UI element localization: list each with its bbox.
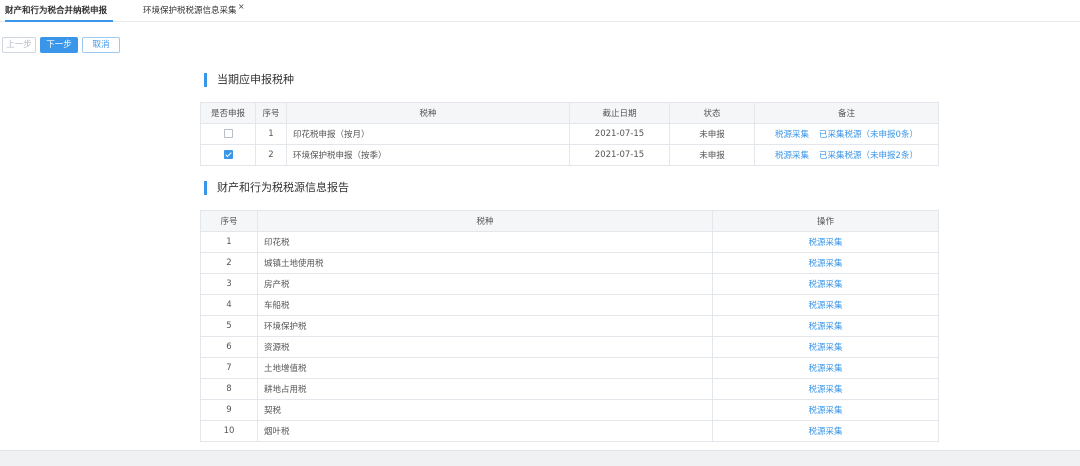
table-row: 6 资源税 税源采集 — [200, 336, 939, 358]
table-row: 10 烟叶税 税源采集 — [200, 420, 939, 442]
source-collect-link[interactable]: 税源采集 — [808, 406, 842, 416]
row-number: 1 — [255, 123, 287, 145]
table-row: 9 契税 税源采集 — [200, 399, 939, 421]
tax-type: 土地增值税 — [257, 357, 713, 379]
next-step-button[interactable]: 下一步 — [40, 37, 78, 53]
column-header: 税种 — [257, 210, 713, 232]
table-row: 1 印花税申报（按月） 2021-07-15 未申报 税源采集 已采集税源（未申报… — [200, 123, 939, 145]
source-collect-link[interactable]: 税源采集 — [775, 130, 809, 140]
column-header: 备注 — [754, 102, 939, 124]
remarks-cell: 税源采集 已采集税源（未申报0条） — [754, 123, 939, 145]
remarks-cell: 税源采集 已采集税源（未申报2条） — [754, 144, 939, 166]
table-row: 5 环境保护税 税源采集 — [200, 315, 939, 337]
deadline: 2021-07-15 — [569, 123, 670, 145]
declare-cell — [200, 144, 256, 166]
tax-type: 印花税 — [257, 231, 713, 253]
tab-property-behavior-tax[interactable]: 财产和行为税合并纳税申报 — [5, 4, 113, 22]
table-row: 2 环境保护税申报（按季） 2021-07-15 未申报 税源采集 已采集税源（未… — [200, 144, 939, 166]
column-header: 截止日期 — [569, 102, 670, 124]
source-collect-link[interactable]: 税源采集 — [808, 364, 842, 374]
tax-type: 城镇土地使用税 — [257, 252, 713, 274]
tab-label: 环境保护税税源信息采集 — [143, 6, 237, 16]
action-cell: 税源采集 — [712, 420, 939, 442]
source-collect-link[interactable]: 税源采集 — [775, 151, 809, 161]
action-cell: 税源采集 — [712, 294, 939, 316]
deadline: 2021-07-15 — [569, 144, 670, 166]
table-header-row: 是否申报 序号 税种 截止日期 状态 备注 — [200, 102, 939, 124]
action-cell: 税源采集 — [712, 357, 939, 379]
tax-type: 烟叶税 — [257, 420, 713, 442]
action-cell: 税源采集 — [712, 378, 939, 400]
row-number: 3 — [200, 273, 258, 295]
action-cell: 税源采集 — [712, 252, 939, 274]
row-number: 2 — [255, 144, 287, 166]
prev-step-button[interactable]: 上一步 — [2, 37, 36, 53]
source-collect-link[interactable]: 税源采集 — [808, 385, 842, 395]
column-header: 序号 — [200, 210, 258, 232]
row-number: 1 — [200, 231, 258, 253]
table-row: 8 耕地占用税 税源采集 — [200, 378, 939, 400]
tax-type: 车船税 — [257, 294, 713, 316]
row-number: 2 — [200, 252, 258, 274]
column-header: 序号 — [255, 102, 287, 124]
table-row: 2 城镇土地使用税 税源采集 — [200, 252, 939, 274]
current-declaration-table: 是否申报 序号 税种 截止日期 状态 备注 1 印花税申报（按月） 2021-0… — [200, 102, 939, 166]
table-row: 7 土地增值税 税源采集 — [200, 357, 939, 379]
source-report-table: 序号 税种 操作 1 印花税 税源采集 2 城镇土地使用税 税源采集 3 房产税 税源采集 … — [200, 210, 939, 442]
section-title-current-declaration: 当期应申报税种 — [204, 73, 294, 87]
section-title-source-report: 财产和行为税税源信息报告 — [204, 181, 349, 195]
cancel-button[interactable]: 取消 — [82, 37, 120, 53]
action-cell: 税源采集 — [712, 231, 939, 253]
column-header: 税种 — [286, 102, 570, 124]
table-row: 3 房产税 税源采集 — [200, 273, 939, 295]
declare-checkbox[interactable] — [223, 129, 233, 138]
tab-env-protection-tax-collection[interactable]: 环境保护税税源信息采集 × — [143, 2, 245, 22]
action-cell: 税源采集 — [712, 273, 939, 295]
source-collect-link[interactable]: 税源采集 — [808, 343, 842, 353]
row-number: 4 — [200, 294, 258, 316]
tax-type: 契税 — [257, 399, 713, 421]
declare-cell — [200, 123, 256, 145]
row-number: 5 — [200, 315, 258, 337]
source-collect-link[interactable]: 税源采集 — [808, 238, 842, 248]
table-row: 4 车船税 税源采集 — [200, 294, 939, 316]
action-cell: 税源采集 — [712, 315, 939, 337]
tax-type: 环境保护税申报（按季） — [286, 144, 570, 166]
column-header: 是否申报 — [200, 102, 256, 124]
source-collect-link[interactable]: 税源采集 — [808, 259, 842, 269]
row-number: 7 — [200, 357, 258, 379]
table-row: 1 印花税 税源采集 — [200, 231, 939, 253]
tab-label: 财产和行为税合并纳税申报 — [5, 6, 108, 16]
source-collect-link[interactable]: 税源采集 — [808, 322, 842, 332]
collected-sources-link[interactable]: 已采集税源（未申报0条） — [819, 130, 918, 140]
tax-type: 房产税 — [257, 273, 713, 295]
column-header: 状态 — [669, 102, 755, 124]
action-cell: 税源采集 — [712, 399, 939, 421]
tax-type: 耕地占用税 — [257, 378, 713, 400]
row-number: 10 — [200, 420, 258, 442]
column-header: 操作 — [712, 210, 939, 232]
tax-type: 印花税申报（按月） — [286, 123, 570, 145]
source-collect-link[interactable]: 税源采集 — [808, 301, 842, 311]
source-collect-link[interactable]: 税源采集 — [808, 280, 842, 290]
table-header-row: 序号 税种 操作 — [200, 210, 939, 232]
collected-sources-link[interactable]: 已采集税源（未申报2条） — [819, 151, 918, 161]
tax-type: 环境保护税 — [257, 315, 713, 337]
horizontal-scrollbar[interactable] — [0, 450, 1080, 466]
row-number: 8 — [200, 378, 258, 400]
status: 未申报 — [669, 123, 755, 145]
close-icon[interactable]: × — [238, 0, 245, 14]
status: 未申报 — [669, 144, 755, 166]
source-collect-link[interactable]: 税源采集 — [808, 427, 842, 437]
tab-bar: 财产和行为税合并纳税申报 环境保护税税源信息采集 × — [0, 0, 1080, 22]
tax-type: 资源税 — [257, 336, 713, 358]
action-cell: 税源采集 — [712, 336, 939, 358]
declare-checkbox[interactable] — [223, 150, 233, 159]
row-number: 6 — [200, 336, 258, 358]
row-number: 9 — [200, 399, 258, 421]
